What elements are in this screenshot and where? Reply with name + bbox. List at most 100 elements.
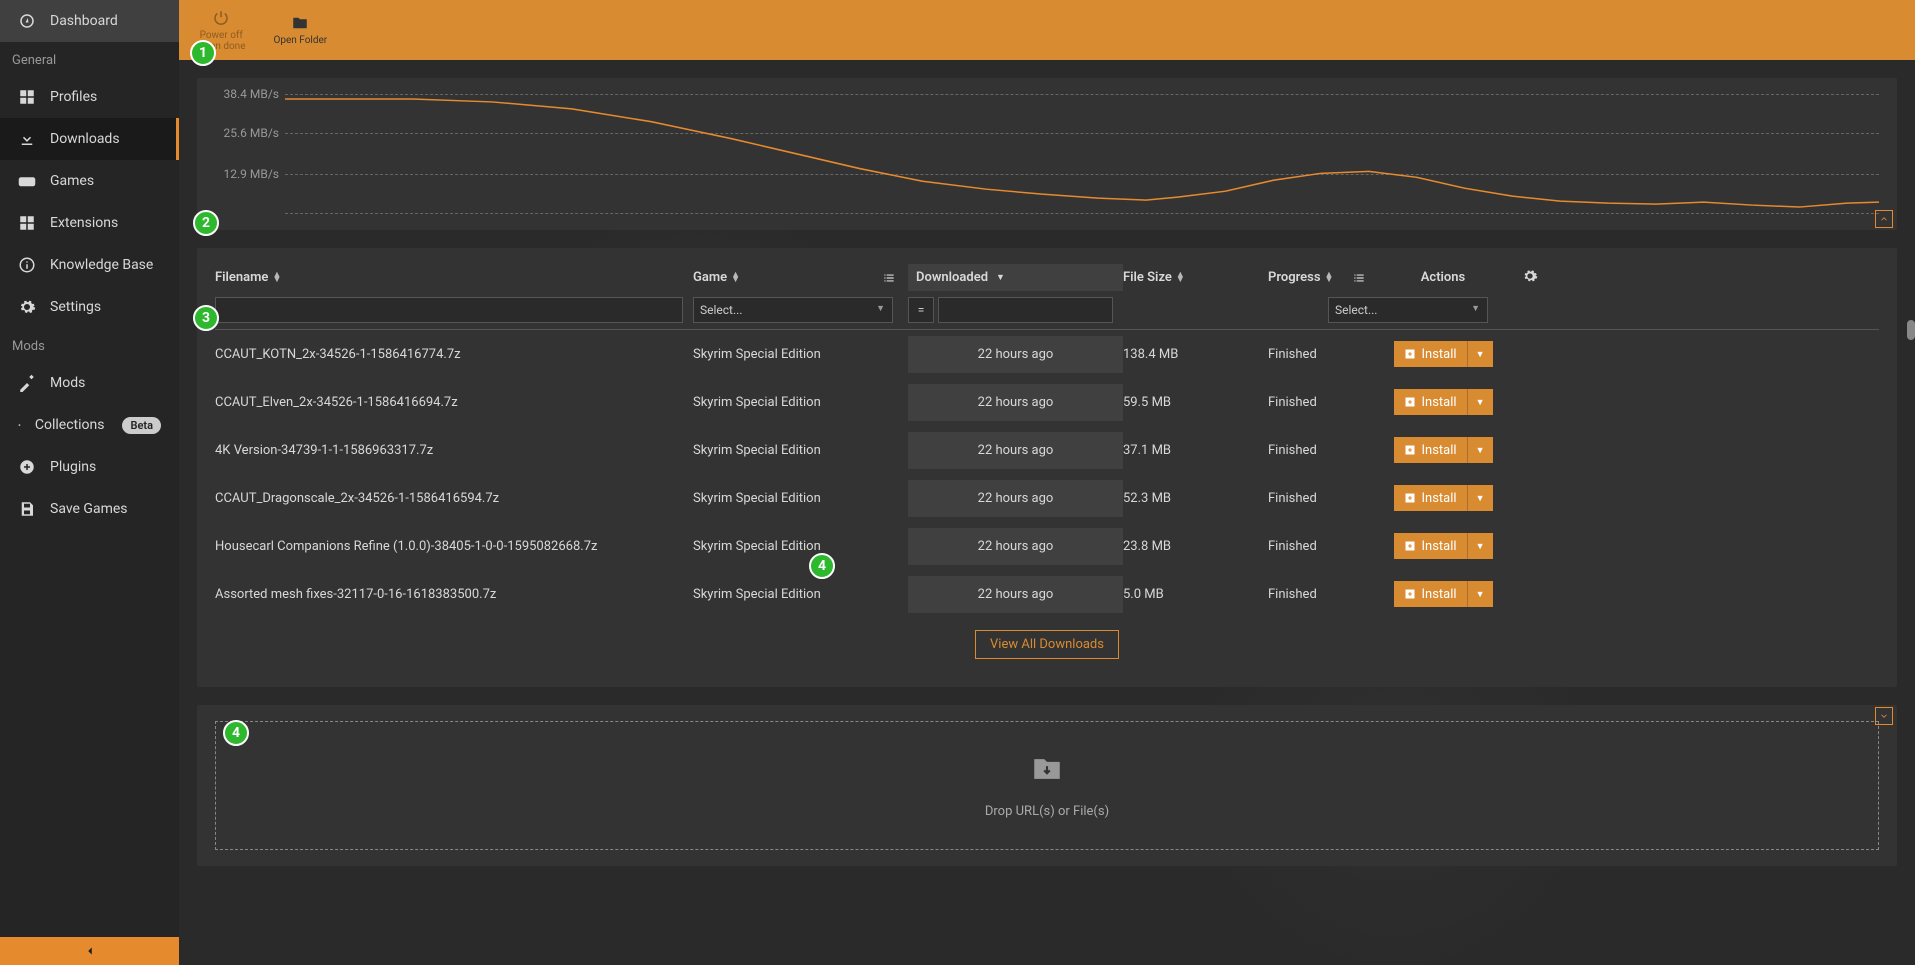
toolbar-label: Open Folder (274, 35, 328, 46)
chevron-down-icon: ▼ (996, 272, 1005, 283)
puzzle-icon (18, 214, 36, 232)
cell-actions: Install▼ (1378, 581, 1508, 607)
cell-game: Skyrim Special Edition (693, 491, 908, 506)
list-icon (882, 271, 896, 285)
folder-download-icon (1030, 752, 1064, 786)
sidebar-item-dashboard[interactable]: Dashboard (0, 0, 179, 42)
dropzone-panel: Drop URL(s) or File(s) (197, 705, 1897, 866)
cell-game: Skyrim Special Edition (693, 443, 908, 458)
scrollbar-thumb[interactable] (1907, 320, 1915, 340)
col-filename[interactable]: Filename▲▼ (215, 270, 693, 285)
filter-progress-select[interactable]: Select... (1328, 297, 1488, 323)
sidebar-item-games[interactable]: Games (0, 160, 179, 202)
sidebar-label: Dashboard (50, 13, 118, 29)
filter-downloaded-input[interactable] (938, 297, 1113, 323)
install-button[interactable]: Install▼ (1394, 437, 1493, 463)
sidebar-item-settings[interactable]: Settings (0, 286, 179, 328)
table-row[interactable]: CCAUT_KOTN_2x-34526-1-1586416774.7zSkyri… (215, 330, 1879, 378)
power-icon (212, 9, 230, 27)
install-dropdown[interactable]: ▼ (1467, 389, 1493, 415)
install-dropdown[interactable]: ▼ (1467, 533, 1493, 559)
sort-icon: ▲▼ (272, 273, 281, 283)
install-button[interactable]: Install▼ (1394, 485, 1493, 511)
sidebar-item-savegames[interactable]: Save Games (0, 488, 179, 530)
install-dropdown[interactable]: ▼ (1467, 341, 1493, 367)
beta-badge: Beta (122, 417, 161, 434)
install-button[interactable]: Install▼ (1394, 581, 1493, 607)
install-dropdown[interactable]: ▼ (1467, 437, 1493, 463)
col-downloaded[interactable]: Downloaded▼ (908, 264, 1123, 291)
sidebar-item-mods[interactable]: Mods (0, 362, 179, 404)
toolbar: Power off when done Open Folder (179, 0, 1915, 60)
cell-progress: Finished (1208, 443, 1378, 458)
install-button[interactable]: Install▼ (1394, 389, 1493, 415)
cell-downloaded: 22 hours ago (908, 528, 1123, 565)
col-progress[interactable]: Progress▲▼ (1208, 270, 1378, 285)
table-body: CCAUT_KOTN_2x-34526-1-1586416774.7zSkyri… (215, 330, 1879, 618)
sidebar-item-plugins[interactable]: Plugins (0, 446, 179, 488)
sidebar-item-collections[interactable]: Collections Beta (0, 404, 179, 446)
cell-filesize: 59.5 MB (1123, 395, 1208, 410)
sidebar-item-knowledge[interactable]: Knowledge Base (0, 244, 179, 286)
plus-icon (1404, 348, 1416, 360)
sort-icon: ▲▼ (1176, 273, 1185, 283)
install-dropdown[interactable]: ▼ (1467, 581, 1493, 607)
filter-downloaded-op[interactable] (908, 297, 934, 323)
downloads-panel: Filename▲▼ Game▲▼ Downloaded▼ File Size▲… (197, 248, 1897, 687)
filter-filename-input[interactable] (215, 297, 683, 323)
cell-downloaded: 22 hours ago (908, 576, 1123, 613)
install-button[interactable]: Install▼ (1394, 533, 1493, 559)
install-dropdown[interactable]: ▼ (1467, 485, 1493, 511)
annotation-marker-2: 2 (193, 210, 219, 236)
col-actions: Actions (1378, 270, 1508, 285)
table-row[interactable]: CCAUT_Dragonscale_2x-34526-1-1586416594.… (215, 474, 1879, 522)
cell-filename: CCAUT_Elven_2x-34526-1-1586416694.7z (215, 395, 693, 410)
sidebar: Dashboard General Profiles Downloads Gam… (0, 0, 179, 965)
cell-actions: Install▼ (1378, 533, 1508, 559)
cell-game: Skyrim Special Edition (693, 347, 908, 362)
plus-circle-icon (18, 458, 36, 476)
table-row[interactable]: 4K Version-34739-1-1-1586963317.7zSkyrim… (215, 426, 1879, 474)
chart-collapse-button[interactable] (1875, 210, 1893, 228)
open-folder-button[interactable]: Open Folder (264, 3, 338, 57)
folder-icon (291, 14, 309, 32)
install-button[interactable]: Install▼ (1394, 341, 1493, 367)
plus-icon (1404, 396, 1416, 408)
table-row[interactable]: CCAUT_Elven_2x-34526-1-1586416694.7zSkyr… (215, 378, 1879, 426)
toolbar-label-line1: Power off (200, 30, 243, 41)
info-icon (18, 256, 36, 274)
table-settings-button[interactable] (1508, 268, 1538, 288)
main-area: Power off when done Open Folder 38.4 MB/… (179, 0, 1915, 965)
sidebar-label: Collections (35, 417, 105, 433)
ytick-0: 38.4 MB/s (215, 87, 279, 101)
dropzone-collapse-button[interactable] (1875, 707, 1893, 725)
sidebar-item-profiles[interactable]: Profiles (0, 76, 179, 118)
chart-line (285, 94, 1879, 213)
table-row[interactable]: Housecarl Companions Refine (1.0.0)-3840… (215, 522, 1879, 570)
cell-filename: CCAUT_KOTN_2x-34526-1-1586416774.7z (215, 347, 693, 362)
sidebar-item-extensions[interactable]: Extensions (0, 202, 179, 244)
save-icon (18, 500, 36, 518)
speed-chart: 38.4 MB/s 25.6 MB/s 12.9 MB/s (285, 94, 1879, 214)
table-row[interactable]: Assorted mesh fixes-32117-0-16-161838350… (215, 570, 1879, 618)
sort-icon: ▲▼ (1325, 273, 1334, 283)
cell-filesize: 138.4 MB (1123, 347, 1208, 362)
layers-icon (18, 416, 21, 434)
dropzone[interactable]: Drop URL(s) or File(s) (215, 721, 1879, 850)
annotation-marker-4b: 4 (223, 720, 249, 746)
cell-downloaded: 22 hours ago (908, 336, 1123, 373)
plus-icon (1404, 444, 1416, 456)
view-all-downloads-button[interactable]: View All Downloads (975, 630, 1119, 659)
sidebar-label: Save Games (50, 501, 128, 517)
col-game[interactable]: Game▲▼ (693, 270, 908, 285)
col-filesize[interactable]: File Size▲▼ (1123, 270, 1208, 285)
view-all-row: View All Downloads (215, 618, 1879, 663)
sidebar-label: Profiles (50, 89, 97, 105)
chevron-left-icon (83, 944, 97, 958)
sidebar-collapse-button[interactable] (0, 937, 179, 965)
filter-game-select[interactable]: Select... (693, 297, 893, 323)
cell-game: Skyrim Special Edition (693, 395, 908, 410)
cell-actions: Install▼ (1378, 485, 1508, 511)
cell-progress: Finished (1208, 539, 1378, 554)
sidebar-item-downloads[interactable]: Downloads (0, 118, 179, 160)
